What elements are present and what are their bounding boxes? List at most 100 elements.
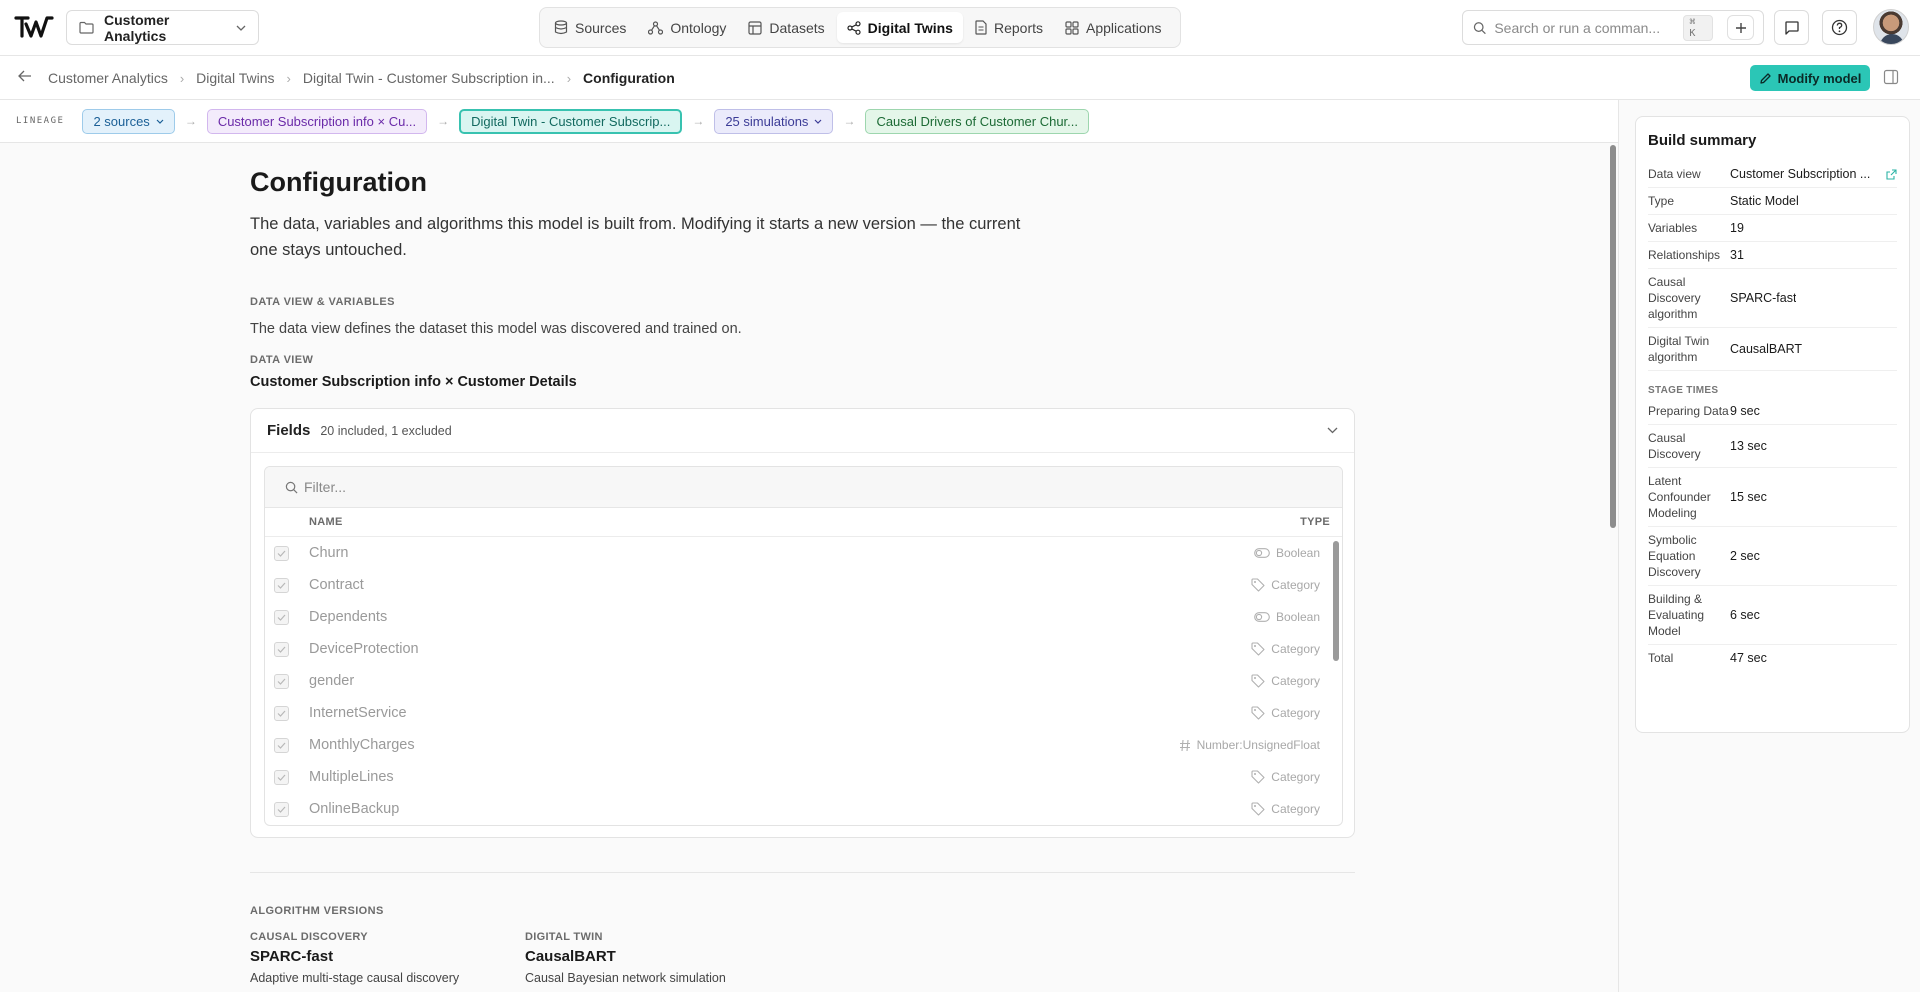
check-icon: [277, 774, 286, 781]
table-row[interactable]: MonthlyCharges Number:UnsignedFloat: [265, 729, 1342, 761]
tag-icon: [1251, 802, 1265, 816]
field-type-label: Category: [1271, 770, 1320, 784]
share-nodes-icon: [847, 20, 861, 35]
data-view-label: DATA VIEW: [250, 354, 314, 366]
summary-key: Type: [1648, 194, 1675, 208]
field-name: Churn: [309, 545, 349, 561]
fields-header[interactable]: Fields 20 included, 1 excluded: [251, 409, 1354, 453]
build-summary-title: Build summary: [1648, 132, 1757, 149]
lineage-bar: LINEAGE 2 sources → Customer Subscriptio…: [0, 100, 1618, 143]
help-button[interactable]: [1822, 10, 1857, 45]
table-row[interactable]: gender Category: [265, 665, 1342, 697]
column-name-header[interactable]: NAME: [309, 516, 1300, 528]
folder-icon: [79, 21, 94, 34]
field-type: Number:UnsignedFloat: [1179, 738, 1320, 752]
filter-bar: [265, 467, 1342, 508]
lineage-model-chip[interactable]: Digital Twin - Customer Subscrip...: [459, 108, 683, 134]
row-checkbox[interactable]: [274, 577, 289, 593]
user-avatar[interactable]: [1873, 9, 1909, 45]
stage-time-text: 15 sec: [1730, 490, 1767, 504]
table-icon: [748, 20, 763, 35]
lineage-report-chip[interactable]: Causal Drivers of Customer Chur...: [865, 108, 1090, 134]
table-row[interactable]: OnlineBackup Category: [265, 793, 1342, 825]
messages-button[interactable]: [1774, 10, 1809, 45]
summary-value-text: SPARC-fast: [1730, 291, 1797, 305]
summary-key: Data view: [1648, 167, 1701, 181]
stage-time: 47 sec: [1730, 651, 1897, 665]
nav-reports[interactable]: Reports: [965, 12, 1053, 43]
command-search[interactable]: ⌘ K: [1462, 10, 1764, 45]
tag-icon: [1251, 578, 1265, 592]
table-row[interactable]: Dependents Boolean: [265, 601, 1342, 633]
app-logo[interactable]: [14, 14, 54, 40]
row-checkbox[interactable]: [274, 737, 289, 753]
tag-icon: [1251, 706, 1265, 720]
stage-time: 6 sec: [1730, 608, 1897, 622]
nav-applications[interactable]: Applications: [1055, 12, 1172, 43]
modify-model-button[interactable]: Modify model: [1750, 65, 1870, 91]
filter-input[interactable]: [304, 479, 1322, 495]
section-description: The data view defines the dataset this m…: [250, 321, 742, 337]
table-row[interactable]: DeviceProtection Category: [265, 633, 1342, 665]
chip-label: Customer Subscription info × Cu...: [217, 113, 417, 129]
lineage-simulations-chip[interactable]: 25 simulations: [714, 108, 834, 134]
main-scrollbar[interactable]: [1608, 143, 1618, 992]
column-type-header[interactable]: TYPE: [1300, 516, 1330, 528]
nav-label: Reports: [993, 19, 1043, 36]
lineage-sources-chip[interactable]: 2 sources: [82, 108, 175, 134]
field-type: Boolean: [1254, 546, 1320, 560]
nav-datasets[interactable]: Datasets: [738, 12, 834, 43]
stage-row: Building & Evaluating Model 6 sec: [1648, 586, 1897, 645]
breadcrumb-item[interactable]: Customer Analytics: [48, 70, 168, 86]
breadcrumb-item[interactable]: Digital Twins: [196, 70, 274, 86]
row-checkbox[interactable]: [274, 641, 289, 657]
back-arrow-icon[interactable]: [17, 69, 33, 83]
plus-icon: [1735, 22, 1746, 33]
nav-sources[interactable]: Sources: [544, 12, 636, 43]
field-name: MultipleLines: [309, 769, 394, 785]
breadcrumb-item[interactable]: Digital Twin - Customer Subscription in.…: [303, 70, 555, 86]
chip-label: Digital Twin - Customer Subscrip...: [471, 113, 671, 129]
row-checkbox[interactable]: [274, 673, 289, 689]
new-button[interactable]: [1727, 15, 1754, 40]
tag-icon: [1251, 770, 1265, 784]
field-name: MonthlyCharges: [309, 737, 415, 753]
table-body: Churn Boolean Contract Category Dependents Bo…: [265, 537, 1342, 825]
tag-icon: [1251, 674, 1265, 688]
row-checkbox[interactable]: [274, 705, 289, 721]
arrow-right-icon: →: [184, 114, 197, 128]
stage-name: Causal Discovery: [1648, 431, 1701, 461]
field-type: Category: [1251, 770, 1320, 784]
chevron-right-icon: ›: [286, 70, 291, 86]
table-row[interactable]: MultipleLines Category: [265, 761, 1342, 793]
stage-time-text: 2 sec: [1730, 549, 1760, 563]
table-row[interactable]: Churn Boolean: [265, 537, 1342, 569]
stage-row: Total 47 sec: [1648, 645, 1897, 671]
toggle-icon: [1254, 548, 1270, 558]
nav-digital-twins[interactable]: Digital Twins: [836, 12, 963, 43]
chevron-down-icon[interactable]: [1327, 427, 1338, 434]
summary-value-text[interactable]: Customer Subscription ...: [1730, 167, 1870, 181]
algorithm-label: DIGITAL TWIN: [525, 931, 603, 943]
stage-time: 13 sec: [1730, 439, 1897, 453]
stage-time: 15 sec: [1730, 490, 1897, 504]
nav-ontology[interactable]: Ontology: [638, 12, 736, 43]
search-input[interactable]: [1494, 19, 1676, 36]
build-summary-card: Build summary Data view Customer Subscrip…: [1635, 116, 1910, 733]
row-checkbox[interactable]: [274, 769, 289, 785]
toggle-panel-icon[interactable]: [1883, 69, 1899, 85]
lineage-dataview-chip[interactable]: Customer Subscription info × Cu...: [206, 108, 428, 134]
table-scrollbar[interactable]: [1333, 541, 1339, 661]
scrollbar-thumb[interactable]: [1610, 145, 1616, 528]
workspace-selector[interactable]: Customer Analytics: [66, 10, 259, 45]
nav-label: Applications: [1086, 19, 1162, 36]
table-row[interactable]: InternetService Category: [265, 697, 1342, 729]
row-checkbox[interactable]: [274, 801, 289, 817]
field-type-label: Category: [1271, 674, 1320, 688]
arrow-right-icon: →: [437, 114, 450, 128]
external-link-icon[interactable]: [1886, 168, 1897, 180]
row-checkbox[interactable]: [274, 545, 289, 561]
fields-title: Fields: [267, 422, 311, 439]
row-checkbox[interactable]: [274, 609, 289, 625]
table-row[interactable]: Contract Category: [265, 569, 1342, 601]
